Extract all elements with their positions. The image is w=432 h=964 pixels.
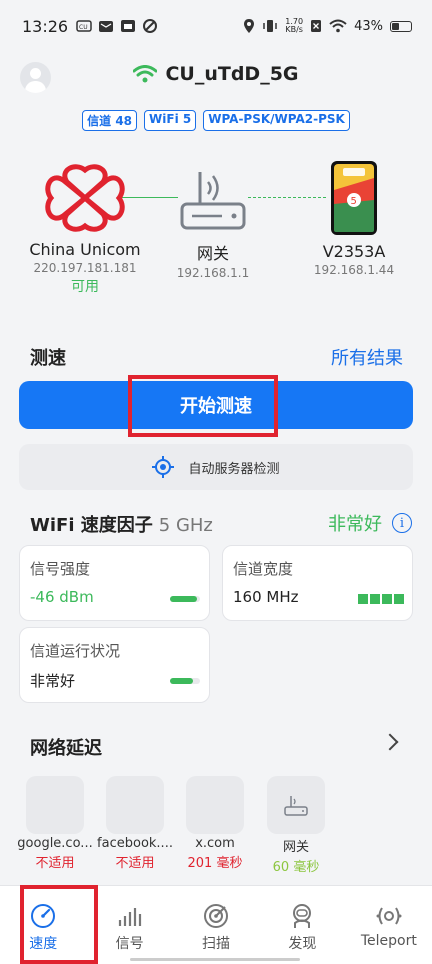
tab-teleport[interactable]: Teleport (346, 886, 432, 964)
channel-health-card[interactable]: 信道运行状况 非常好 (19, 627, 210, 703)
location-icon (244, 19, 255, 33)
isp-name: China Unicom (29, 240, 141, 259)
app-icon (143, 19, 158, 33)
latency-site-x[interactable]: x.com 201 毫秒 (174, 776, 256, 871)
network-speed: 1.70 KB/s (285, 17, 304, 34)
crosshair-icon (152, 456, 175, 478)
wifi-band: 5 GHz (158, 515, 213, 536)
security-badge: WPA-PSK/WPA2-PSK (203, 110, 350, 131)
site-name: x.com (195, 836, 235, 851)
chevron-right-icon[interactable] (381, 733, 399, 751)
battery-percent: 43% (354, 18, 383, 34)
all-results-link[interactable]: 所有结果 (331, 344, 403, 370)
tab-teleport-label: Teleport (360, 933, 417, 949)
latency-site-facebook[interactable]: facebook.... 不适用 (94, 776, 176, 871)
mail-icon (99, 21, 114, 32)
channel-meter-fill (170, 678, 193, 684)
no-sim-icon (311, 20, 322, 32)
site-name: google.co... (17, 836, 93, 851)
site-latency: 不适用 (35, 856, 75, 871)
system-indicators: 1.70 KB/s 43% (243, 18, 412, 34)
device-name: V2353A (322, 242, 386, 261)
wifi-status-icon (329, 19, 347, 33)
device-ip: 192.168.1.44 (313, 263, 395, 277)
phone-icon: 5 (331, 161, 377, 235)
channel-badge: 信道 48 (82, 110, 138, 131)
site-tile (106, 776, 164, 834)
wifi-standard-badge: WiFi 5 (144, 110, 197, 131)
site-name: 网关 (282, 840, 309, 855)
site-tile (267, 776, 325, 834)
signal-strength-value: -46 dBm (30, 588, 94, 606)
channel-width-card[interactable]: 信道宽度 160 MHz (222, 545, 413, 621)
auto-server-label: 自动服务器检测 (188, 461, 280, 477)
isp-status: 可用 (71, 279, 99, 295)
rating-label: 非常好 (328, 514, 382, 535)
channel-width-label: 信道宽度 (233, 560, 294, 578)
clock: 13:26 (22, 16, 69, 36)
isp-node[interactable]: China Unicom 220.197.181.181 可用 (25, 164, 145, 296)
signal-strength-label: 信号强度 (30, 560, 91, 578)
carrier-app-icon: CU (76, 20, 92, 32)
latency-site-google[interactable]: google.co... 不适用 (14, 776, 96, 871)
auto-server-button[interactable]: 自动服务器检测 (19, 444, 413, 490)
home-indicator (130, 958, 300, 961)
network-badges: 信道 48 WiFi 5 WPA-PSK/WPA2-PSK (0, 110, 432, 131)
speed-test-title: 测速 (30, 348, 66, 369)
status-bar: 13:26 CU 1.70 KB/s 43% (0, 0, 432, 52)
gateway-ip: 192.168.1.1 (176, 266, 250, 280)
tab-discover-label: 发现 (288, 936, 317, 952)
tab-signal[interactable]: 信号 (86, 886, 172, 964)
gateway-name: 网关 (196, 244, 229, 263)
china-unicom-logo-icon (45, 164, 125, 232)
latency-site-gateway[interactable]: 网关 60 毫秒 (255, 776, 337, 875)
signal-meter-fill (170, 596, 197, 602)
signal-strength-card[interactable]: 信号强度 -46 dBm (19, 545, 210, 621)
tab-discover[interactable]: 发现 (259, 886, 345, 964)
bandwidth-bar-3 (382, 594, 392, 604)
signal-bars-icon (118, 908, 141, 926)
channel-health-label: 信道运行状况 (30, 642, 121, 660)
wifi-icon (133, 65, 158, 83)
channel-width-value: 160 MHz (233, 588, 299, 606)
ssid-label: CU_uTdD_5G (165, 63, 299, 85)
tab-signal-label: 信号 (115, 936, 144, 952)
device-node[interactable]: 5 V2353A 192.168.1.44 (300, 160, 408, 277)
vibrate-icon (263, 20, 278, 32)
wifi-factor-title: WiFi 速度因子 5 GHz (30, 515, 213, 536)
site-tile (26, 776, 84, 834)
notification-icons: CU (76, 18, 158, 34)
site-name: facebook.... (97, 836, 173, 851)
site-tile (186, 776, 244, 834)
site-latency: 201 毫秒 (187, 856, 243, 871)
teleport-icon (376, 907, 402, 925)
network-name: CU_uTdD_5G (0, 63, 432, 85)
tab-scan-label: 扫描 (202, 936, 231, 952)
site-latency: 60 毫秒 (272, 860, 320, 875)
router-icon (180, 172, 246, 230)
highlight-box-speed-tab (20, 885, 98, 964)
gateway-node[interactable]: 网关 192.168.1.1 (168, 166, 258, 280)
astronaut-icon (293, 904, 312, 928)
latency-title: 网络延迟 (30, 738, 102, 759)
bandwidth-bar-1 (358, 594, 368, 604)
channel-health-value: 非常好 (30, 672, 76, 690)
battery-icon (390, 20, 412, 32)
bandwidth-bar-4 (394, 594, 404, 604)
isp-ip: 220.197.181.181 (33, 261, 137, 275)
wifi-factor-rating: 非常好 i (328, 510, 412, 536)
highlight-box-start (128, 375, 278, 437)
store-icon (121, 20, 136, 32)
tab-scan[interactable]: 扫描 (173, 886, 259, 964)
svg-text:5: 5 (351, 196, 357, 207)
info-icon[interactable]: i (392, 513, 412, 533)
router-small-icon (284, 796, 308, 816)
bandwidth-bar-2 (370, 594, 380, 604)
site-latency: 不适用 (115, 856, 155, 871)
radar-icon (204, 904, 229, 928)
svg-text:CU: CU (79, 24, 88, 31)
